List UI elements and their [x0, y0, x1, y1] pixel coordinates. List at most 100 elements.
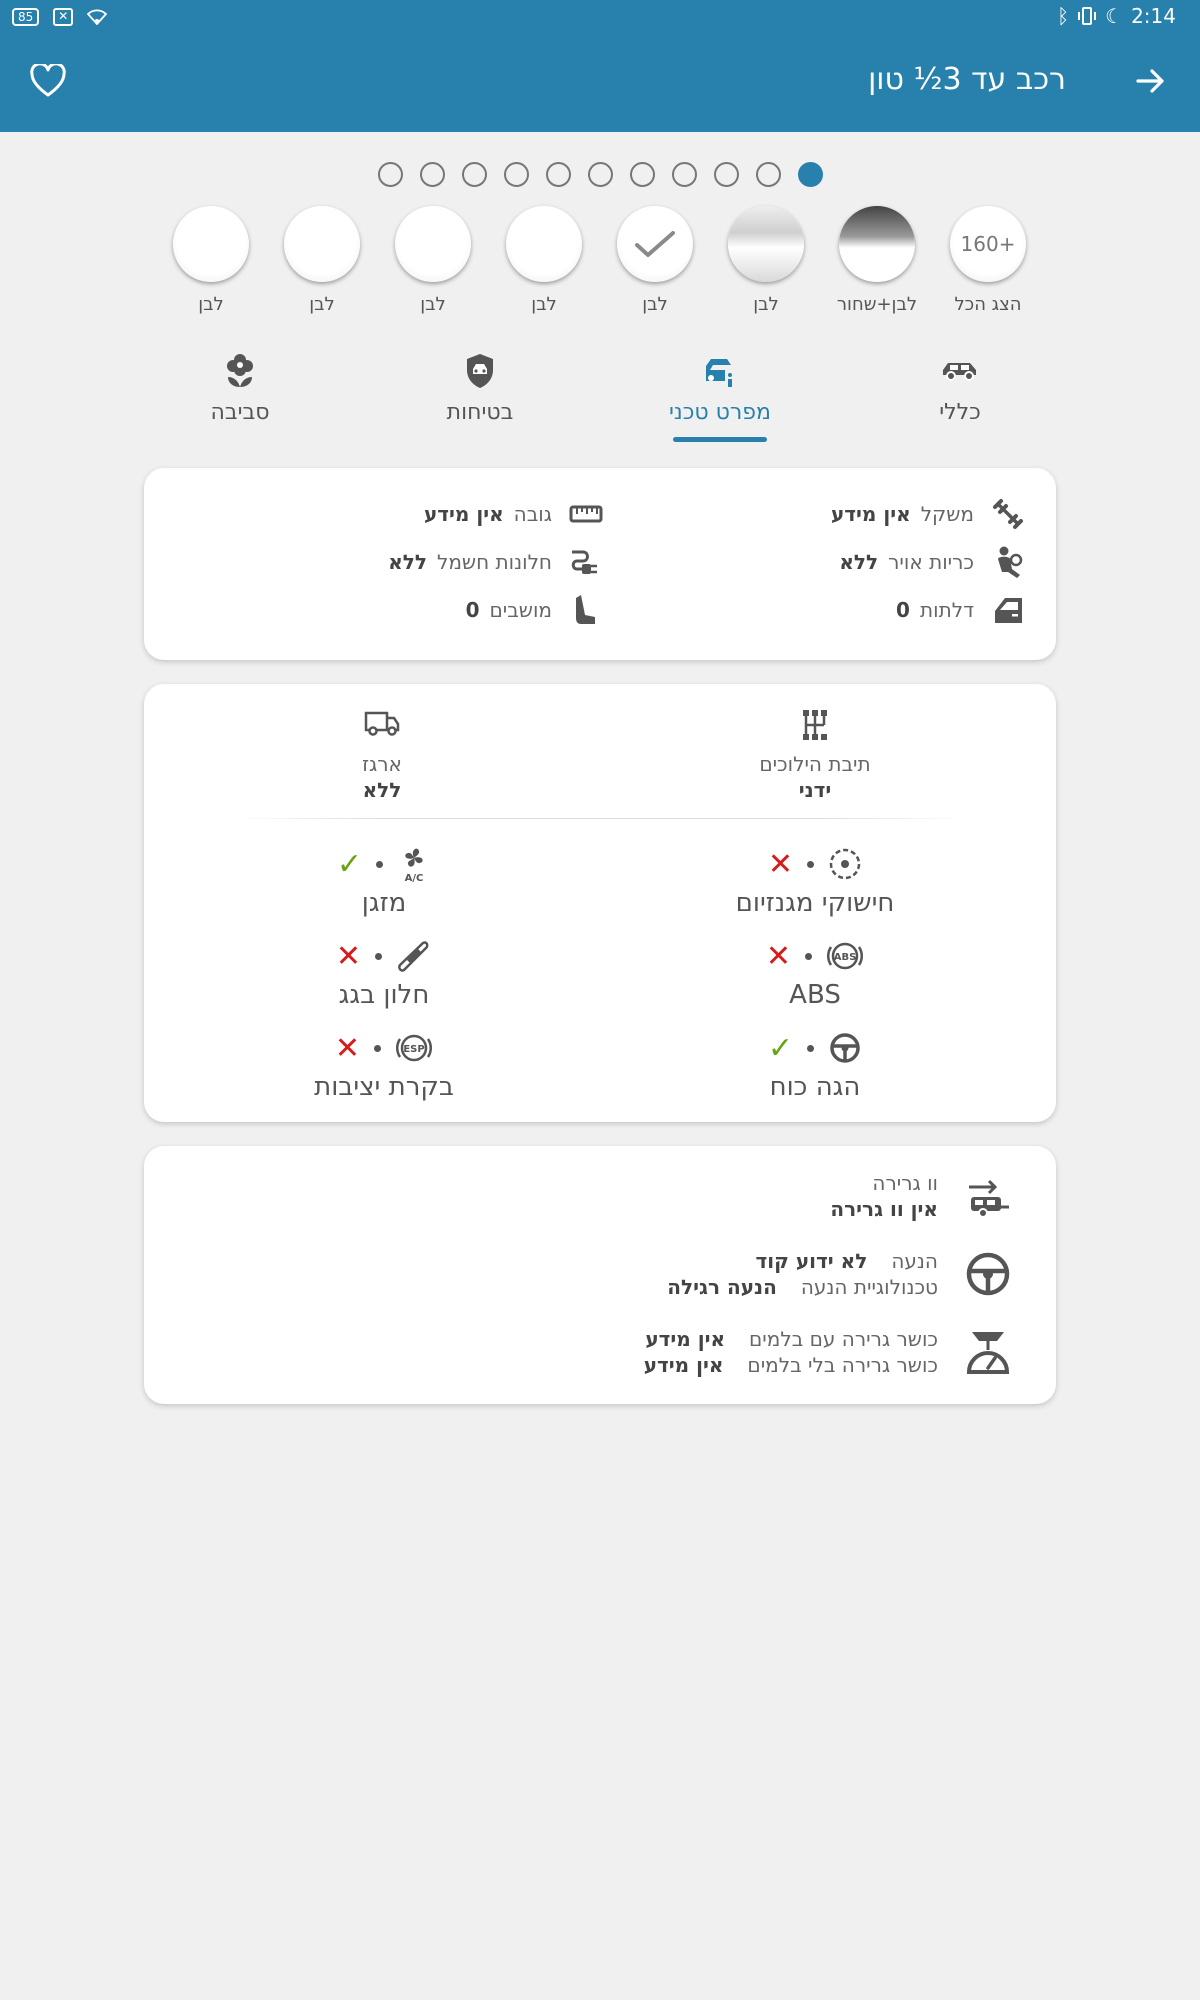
pager-dot[interactable]: [671, 162, 697, 187]
car-info-icon: [706, 359, 732, 387]
active-tab-indicator: [673, 437, 767, 442]
pager-dot[interactable]: [713, 162, 739, 187]
pager-dot-active[interactable]: [797, 162, 823, 187]
pager-dot[interactable]: [503, 162, 529, 187]
swatch-white-4[interactable]: לבן: [267, 206, 377, 315]
swatch-white-1[interactable]: לבן: [711, 206, 821, 315]
swatch-label: לבן: [642, 294, 668, 315]
tab-general[interactable]: כללי: [880, 350, 1040, 425]
page-title: רכב עד 3½ טון: [868, 62, 1066, 97]
swatch-label: לבן: [753, 294, 779, 315]
swatch-circle: [173, 206, 249, 282]
pager-dot[interactable]: [629, 162, 655, 187]
power-plug-icon: [571, 550, 597, 574]
swatch-circle: [506, 206, 582, 282]
feature-available-mark: ✓: [767, 1030, 794, 1066]
swatch-white-2[interactable]: לבן: [489, 206, 599, 315]
swatch-circle: [395, 206, 471, 282]
trailer-icon: [969, 1179, 1009, 1218]
feature-unavailable-mark: ✕: [765, 938, 792, 974]
propulsion-tech-value: הנעה רגילה: [667, 1275, 777, 1299]
feature-stability-control: ✕ ESP בקרת יציבות: [224, 1028, 544, 1103]
bluetooth-icon: ᛒ: [1057, 4, 1070, 28]
feature-name: מזגן: [361, 888, 407, 918]
features-card: תיבת הילוכים ידני ארגז ללא ✕ חישוקי מגנז…: [144, 684, 1056, 1122]
feature-power-steering: ✓ הגה כוח: [655, 1028, 975, 1103]
pager-dot[interactable]: [419, 162, 445, 187]
feature-sunroof: ✕ חלון בגג: [224, 936, 544, 1011]
bullet: [376, 860, 384, 868]
pager-dot[interactable]: [755, 162, 781, 187]
bullet: [807, 860, 815, 868]
pager-dot[interactable]: [377, 162, 403, 187]
spec-weight: משקל אין מידע: [831, 494, 1026, 534]
shield-car-icon: [467, 354, 493, 388]
arrow-right-icon[interactable]: [1134, 64, 1168, 98]
swatch-circle: 160+: [950, 206, 1026, 282]
towing-gauge-icon: [966, 1332, 1010, 1374]
car-door-icon: [995, 598, 1022, 623]
basic-specs-card: משקל אין מידע גובה אין מידע כריות אויר ל…: [144, 468, 1056, 660]
spec-label: משקל: [920, 502, 974, 526]
divider: [234, 818, 966, 819]
ac-fan-icon: A/C: [405, 848, 424, 883]
spec-height: גובה אין מידע: [424, 494, 604, 534]
swatch-label: לבן: [198, 294, 224, 315]
spec-doors: דלתות 0: [896, 590, 1026, 630]
swatch-circle: [617, 206, 693, 282]
swatch-white-3[interactable]: לבן: [378, 206, 488, 315]
feature-unavailable-mark: ✕: [334, 1030, 361, 1066]
unbraked-towing-value: אין מידע: [643, 1353, 724, 1377]
tab-safety[interactable]: בטיחות: [400, 350, 560, 425]
swatch-label: לבן: [531, 294, 557, 315]
esp-icon: ESP: [396, 1034, 433, 1062]
svg-text:ABS: ABS: [834, 952, 857, 963]
bullet: [375, 952, 383, 960]
extra-info-card: וו גרירה אין וו גרירה הנעה לא ידוע קוד טכ…: [144, 1146, 1056, 1404]
tab-label: בטיחות: [446, 400, 514, 425]
bullet: [805, 952, 813, 960]
swatch-show-all[interactable]: 160+ הצג הכל: [933, 206, 1043, 315]
spec-label: מושבים: [489, 598, 552, 622]
seat-icon: [576, 595, 595, 624]
steering-wheel-icon: [830, 1033, 860, 1063]
flower-icon: [227, 354, 253, 387]
swatch-circle: [284, 206, 360, 282]
pager-dot[interactable]: [587, 162, 613, 187]
swatch-circle: [728, 206, 804, 282]
status-bar: 85 ✕ ᛒ ☾ 2:14: [0, 0, 1200, 36]
tow-hook-label: וו גרירה: [872, 1171, 938, 1195]
pager-dot[interactable]: [461, 162, 487, 187]
bullet: [374, 1044, 382, 1052]
propulsion-tech-label: טכנולוגיית הנעה: [800, 1275, 938, 1299]
swatch-white-black[interactable]: לבן+שחור: [822, 206, 932, 315]
tab-tech-spec[interactable]: מפרט טכני: [640, 350, 800, 442]
abs-icon: ABS: [827, 942, 864, 970]
airbag-icon: [998, 546, 1023, 578]
propulsion-label: הנעה: [891, 1249, 938, 1273]
spec-seats: מושבים 0: [466, 590, 604, 630]
wifi-icon: [87, 9, 108, 25]
section-tabs: כללי מפרט טכני בטיחות סביבה: [0, 350, 1200, 450]
propulsion-info: הנעה לא ידוע קוד טכנולוגיית הנעה הנעה רגיל…: [667, 1246, 1016, 1302]
svg-text:ESP: ESP: [403, 1044, 424, 1055]
gearbox-label: תיבת הילוכים: [759, 752, 871, 776]
battery-indicator: 85: [12, 8, 40, 26]
tab-label: כללי: [939, 400, 981, 425]
vibrate-icon: [1078, 7, 1097, 25]
feature-name: הגה כוח: [769, 1072, 861, 1102]
ruler-icon: [569, 505, 603, 523]
svg-text:A/C: A/C: [405, 873, 424, 883]
cargo-label: ארגז: [362, 752, 402, 776]
pager-dot[interactable]: [545, 162, 571, 187]
propulsion-value: לא ידוע קוד: [755, 1249, 868, 1273]
swatch-white-selected[interactable]: לבן: [600, 206, 710, 315]
heart-icon[interactable]: [30, 64, 66, 98]
tab-label: מפרט טכני: [669, 400, 771, 425]
tab-environment[interactable]: סביבה: [160, 350, 320, 425]
sunroof-icon: [398, 941, 429, 972]
feature-name: חישוקי מגנזיום: [735, 888, 895, 918]
swatch-white-5[interactable]: לבן: [156, 206, 266, 315]
gearbox-value: ידני: [798, 778, 832, 802]
tow-hook-info: וו גרירה אין וו גרירה: [830, 1168, 1016, 1224]
